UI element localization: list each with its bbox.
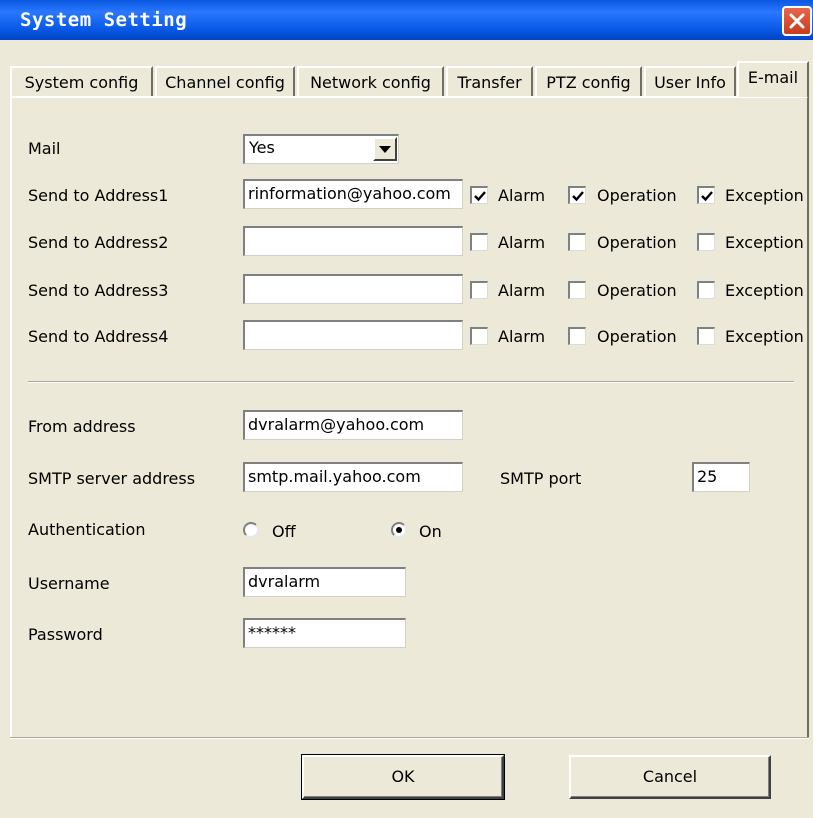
tab-system-config[interactable]: System config — [10, 66, 153, 97]
username-input[interactable]: dvralarm — [243, 567, 406, 597]
ok-button[interactable]: OK — [301, 754, 505, 800]
send-to-address-label: Send to Address1 — [28, 186, 169, 205]
close-button[interactable] — [782, 6, 812, 36]
system-setting-dialog: System Setting System config Channel con… — [0, 0, 813, 818]
exception-checkbox[interactable] — [697, 186, 715, 204]
close-icon — [789, 13, 805, 29]
exception-checkbox[interactable] — [697, 233, 715, 251]
smtp-server-label: SMTP server address — [28, 469, 196, 488]
send-to-address-input[interactable] — [243, 320, 463, 350]
tab-transfer[interactable]: Transfer — [446, 66, 533, 97]
send-to-address-input[interactable]: rinformation@yahoo.com — [243, 179, 463, 209]
username-label: Username — [28, 574, 110, 593]
mail-label: Mail — [28, 139, 61, 158]
password-label: Password — [28, 625, 103, 644]
send-to-address-label: Send to Address3 — [28, 281, 169, 300]
operation-checkbox[interactable] — [568, 327, 586, 345]
window-title: System Setting — [20, 9, 188, 31]
alarm-checkbox-label[interactable]: Alarm — [498, 327, 545, 346]
tab-e-mail[interactable]: E-mail — [737, 61, 809, 97]
auth-off-radio[interactable] — [243, 522, 259, 538]
alarm-checkbox[interactable] — [470, 233, 488, 251]
checkmark-icon — [701, 191, 713, 202]
send-to-address-input[interactable] — [243, 226, 463, 256]
alarm-checkbox[interactable] — [470, 186, 488, 204]
exception-checkbox-label[interactable]: Exception — [725, 233, 804, 252]
operation-checkbox-label[interactable]: Operation — [597, 186, 677, 205]
tab-network-config[interactable]: Network config — [297, 66, 444, 97]
alarm-checkbox[interactable] — [470, 327, 488, 345]
operation-checkbox-label[interactable]: Operation — [597, 327, 677, 346]
alarm-checkbox[interactable] — [470, 281, 488, 299]
smtp-server-input[interactable]: smtp.mail.yahoo.com — [243, 462, 463, 492]
operation-checkbox[interactable] — [568, 281, 586, 299]
tab-user-info[interactable]: User Info — [644, 66, 736, 97]
password-input[interactable]: ****** — [243, 618, 406, 648]
authentication-label: Authentication — [28, 520, 146, 539]
auth-on-label[interactable]: On — [419, 522, 442, 541]
operation-checkbox-label[interactable]: Operation — [597, 233, 677, 252]
exception-checkbox-label[interactable]: Exception — [725, 281, 804, 300]
send-to-address-input[interactable] — [243, 274, 463, 304]
exception-checkbox[interactable] — [697, 327, 715, 345]
auth-on-radio[interactable] — [391, 522, 407, 538]
from-address-label: From address — [28, 417, 136, 436]
footer-divider — [10, 737, 809, 739]
mail-select[interactable]: Yes — [243, 134, 399, 164]
from-address-input[interactable]: dvralarm@yahoo.com — [243, 410, 463, 440]
send-to-address-label: Send to Address4 — [28, 327, 169, 346]
operation-checkbox[interactable] — [568, 186, 586, 204]
operation-checkbox[interactable] — [568, 233, 586, 251]
exception-checkbox[interactable] — [697, 281, 715, 299]
chevron-down-icon[interactable] — [373, 137, 397, 161]
alarm-checkbox-label[interactable]: Alarm — [498, 281, 545, 300]
checkmark-icon — [572, 191, 584, 202]
title-bar[interactable]: System Setting — [0, 0, 813, 40]
exception-checkbox-label[interactable]: Exception — [725, 186, 804, 205]
checkmark-icon — [474, 191, 486, 202]
operation-checkbox-label[interactable]: Operation — [597, 281, 677, 300]
separator — [28, 381, 794, 383]
mail-select-value: Yes — [249, 138, 275, 157]
cancel-button[interactable]: Cancel — [569, 755, 771, 799]
auth-off-label[interactable]: Off — [272, 522, 296, 541]
exception-checkbox-label[interactable]: Exception — [725, 327, 804, 346]
tab-ptz-config[interactable]: PTZ config — [535, 66, 642, 97]
smtp-port-label: SMTP port — [500, 469, 582, 488]
alarm-checkbox-label[interactable]: Alarm — [498, 186, 545, 205]
alarm-checkbox-label[interactable]: Alarm — [498, 233, 545, 252]
tab-channel-config[interactable]: Channel config — [155, 66, 295, 97]
smtp-port-input[interactable]: 25 — [692, 462, 750, 492]
send-to-address-label: Send to Address2 — [28, 233, 169, 252]
